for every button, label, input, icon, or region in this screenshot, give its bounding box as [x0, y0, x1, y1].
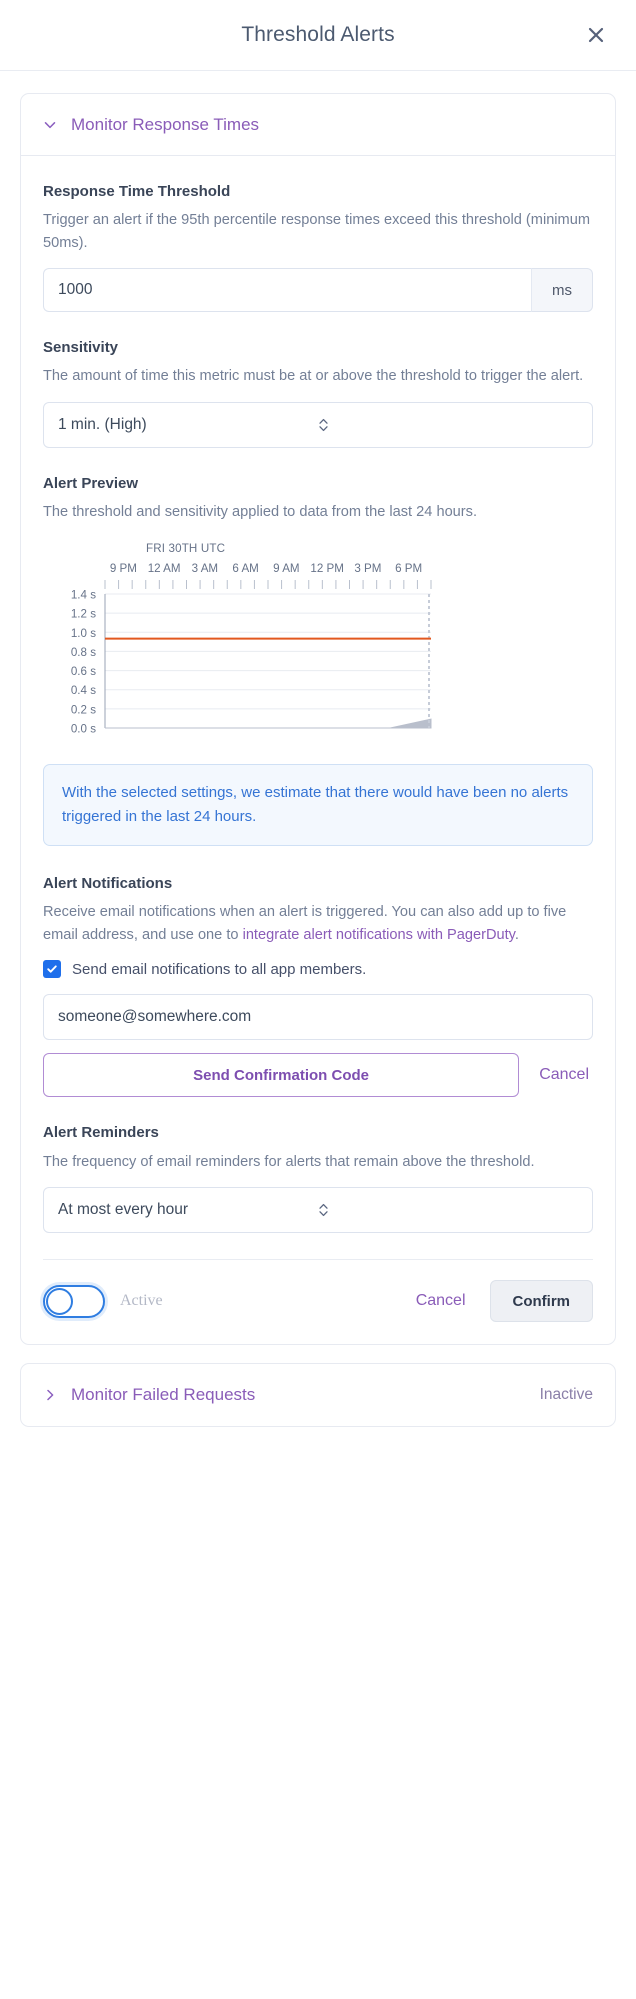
modal-body: Monitor Response Times Response Time Thr…: [0, 71, 636, 1428]
field-sensitivity: Sensitivity The amount of time this metr…: [43, 338, 593, 448]
field-alert-notifications: Alert Notifications Receive email notifi…: [43, 874, 593, 1098]
chevron-up-down-icon: [318, 1202, 578, 1218]
panel-monitor-response-times: Monitor Response Times Response Time Thr…: [20, 93, 616, 1346]
field-label: Alert Reminders: [43, 1124, 159, 1142]
email-actions-row: Send Confirmation Code Cancel: [43, 1053, 593, 1098]
svg-text:1.4 s: 1.4 s: [71, 588, 96, 601]
notifications-description-post: .: [514, 926, 519, 943]
svg-text:0.8 s: 0.8 s: [71, 646, 96, 659]
field-label: Alert Notifications: [43, 875, 173, 893]
close-icon[interactable]: [582, 21, 610, 49]
send-confirmation-code-button[interactable]: Send Confirmation Code: [43, 1053, 520, 1098]
chart-top-row: FRI 30TH UTC: [43, 542, 593, 559]
status-badge: Inactive: [539, 1386, 593, 1404]
threshold-input[interactable]: [43, 268, 531, 313]
alert-preview-chart: FRI 30TH UTC 9 PM 12 AM 3 AM 6 AM 9 AM 12 PM 3…: [43, 538, 593, 738]
chevron-right-icon: [43, 1388, 59, 1402]
field-label: Response Time Threshold: [43, 183, 231, 200]
chart-x-tick-label: 6 AM: [232, 561, 259, 575]
send-email-all-members-label: Send email notifications to all app memb…: [72, 960, 367, 978]
chart-x-tick-label: 9 PM: [109, 561, 137, 575]
svg-text:1.2 s: 1.2 s: [71, 607, 96, 620]
field-response-time-threshold: Response Time Threshold Trigger an alert…: [43, 182, 593, 313]
cancel-button[interactable]: Cancel: [416, 1292, 466, 1310]
field-label: Sensitivity: [43, 339, 119, 357]
chart-x-tick-label: 3 AM: [191, 561, 219, 575]
reminders-select-wrap: At most every hour: [43, 1187, 593, 1234]
chart-x-tick-label: 3 PM: [354, 561, 382, 575]
field-label: Alert Preview: [43, 474, 139, 492]
field-description: The amount of time this metric must be a…: [43, 368, 584, 385]
field-description: The threshold and sensitivity applied to…: [43, 504, 478, 521]
chart-plot-area: 1.4 s 1.2 s 1.0 s 0.8 s 0.6 s 0.4 s 0.2 s 0.0 s: [43, 579, 593, 736]
chart-x-tick-label: 9 AM: [273, 561, 300, 575]
confirm-button[interactable]: Confirm: [489, 1280, 593, 1323]
send-email-all-members-checkbox[interactable]: [43, 960, 61, 979]
active-toggle-label: Active: [120, 1292, 163, 1310]
chart-x-tick-label: 12 AM: [147, 561, 181, 575]
toggle-knob: [46, 1287, 73, 1315]
field-description: Trigger an alert if the 95th percentile …: [43, 212, 590, 251]
svg-text:1.0 s: 1.0 s: [71, 626, 96, 639]
svg-text:0.2 s: 0.2 s: [71, 703, 96, 716]
svg-text:0.0 s: 0.0 s: [71, 722, 96, 735]
sensitivity-select[interactable]: 1 min. (High): [43, 401, 593, 448]
email-field[interactable]: [43, 994, 593, 1041]
svg-text:0.4 s: 0.4 s: [71, 684, 96, 697]
field-description: The frequency of email reminders for ale…: [43, 1153, 535, 1170]
estimate-info-banner: With the selected settings, we estimate …: [43, 763, 593, 847]
panel-monitor-failed-requests: Monitor Failed Requests Inactive: [20, 1363, 616, 1428]
chevron-down-icon: [43, 118, 59, 132]
field-alert-reminders: Alert Reminders The frequency of email r…: [43, 1123, 593, 1234]
panel-title: Monitor Response Times: [71, 114, 260, 134]
chevron-up-down-icon: [318, 417, 578, 433]
active-toggle[interactable]: [43, 1284, 105, 1318]
chart-day-label: FRI 30TH UTC: [146, 541, 226, 555]
send-email-all-members-row: Send email notifications to all app memb…: [43, 960, 593, 979]
panel-header-monitor-response-times[interactable]: Monitor Response Times: [21, 94, 615, 156]
field-description: Receive email notifications when an aler…: [43, 901, 593, 946]
threshold-unit-label: ms: [531, 268, 593, 313]
cancel-email-button[interactable]: Cancel: [539, 1066, 589, 1084]
sensitivity-select-wrap: 1 min. (High): [43, 401, 593, 448]
svg-text:0.6 s: 0.6 s: [71, 665, 96, 678]
panel-content: Response Time Threshold Trigger an alert…: [21, 156, 615, 1344]
sensitivity-selected-value: 1 min. (High): [58, 415, 147, 433]
modal-header: Threshold Alerts: [0, 0, 636, 71]
field-alert-preview: Alert Preview The threshold and sensitiv…: [43, 474, 593, 738]
reminders-selected-value: At most every hour: [58, 1201, 189, 1219]
chart-x-tick-label: 12 PM: [310, 561, 344, 575]
panel-footer: Active Cancel Confirm: [43, 1259, 593, 1344]
chart-x-tick-labels: 9 PM 12 AM 3 AM 6 AM 9 AM 12 PM 3 PM 6 PM: [43, 562, 593, 580]
panel-title: Monitor Failed Requests: [71, 1385, 256, 1405]
page-title: Threshold Alerts: [241, 23, 395, 46]
panel-header-monitor-failed-requests[interactable]: Monitor Failed Requests Inactive: [21, 1364, 615, 1426]
threshold-input-row: ms: [43, 268, 593, 313]
chart-x-tick-label: 6 PM: [395, 561, 423, 575]
pagerduty-link[interactable]: integrate alert notifications with Pager…: [243, 927, 515, 943]
check-icon: [47, 965, 57, 974]
reminders-select[interactable]: At most every hour: [43, 1187, 593, 1234]
